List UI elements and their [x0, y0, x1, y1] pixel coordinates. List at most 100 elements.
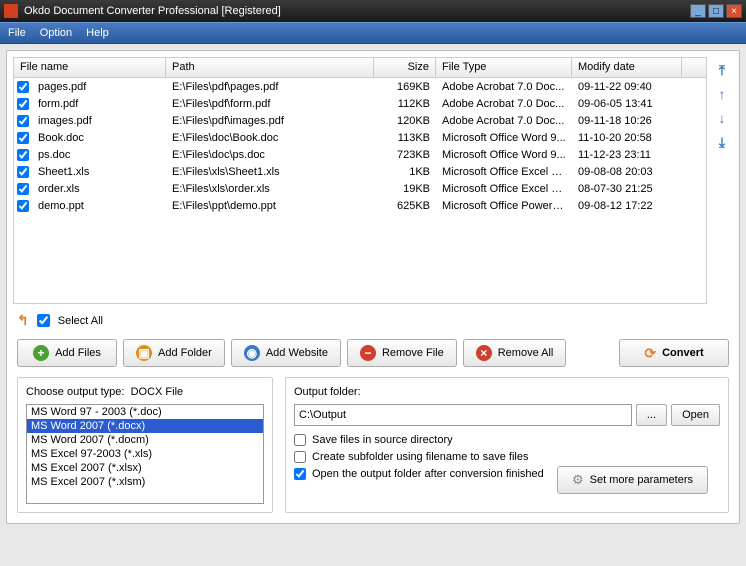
row-checkbox[interactable] — [17, 200, 29, 212]
col-filename[interactable]: File name — [14, 58, 166, 77]
globe-icon: ◉ — [244, 345, 260, 361]
output-type-panel: Choose output type: DOCX File MS Word 97… — [17, 377, 273, 513]
remove-file-label: Remove File — [382, 347, 444, 359]
cell-date: 11-10-20 20:58 — [572, 131, 682, 145]
cell-date: 11-12-23 23:11 — [572, 148, 682, 162]
row-checkbox[interactable] — [17, 132, 29, 144]
titlebar: Okdo Document Converter Professional [Re… — [0, 0, 746, 22]
add-website-label: Add Website — [266, 347, 328, 359]
cell-filename: ps.doc — [32, 148, 166, 162]
move-bottom-button[interactable]: ⤓ — [713, 133, 731, 151]
open-folder-button[interactable]: Open — [671, 404, 720, 426]
output-type-item[interactable]: MS Excel 2007 (*.xlsx) — [27, 461, 263, 475]
output-type-item[interactable]: MS Excel 97-2003 (*.xls) — [27, 447, 263, 461]
add-files-label: Add Files — [55, 347, 101, 359]
add-folder-button[interactable]: ▣ Add Folder — [123, 339, 225, 367]
cell-size: 723KB — [374, 148, 436, 162]
select-all-checkbox[interactable] — [37, 314, 50, 327]
cell-size: 169KB — [374, 80, 436, 94]
cell-filename: demo.ppt — [32, 199, 166, 213]
cell-type: Microsoft Office Word 9... — [436, 148, 572, 162]
move-up-button[interactable]: ↑ — [713, 85, 731, 103]
table-row[interactable]: order.xlsE:\Files\xls\order.xls19KBMicro… — [14, 180, 706, 197]
file-list: File name Path Size File Type Modify dat… — [13, 57, 707, 304]
move-down-button[interactable]: ↓ — [713, 109, 731, 127]
row-checkbox[interactable] — [17, 98, 29, 110]
cell-filename: images.pdf — [32, 114, 166, 128]
window-title: Okdo Document Converter Professional [Re… — [24, 5, 690, 17]
cell-type: Microsoft Office PowerP... — [436, 199, 572, 213]
output-type-item[interactable]: MS Word 97 - 2003 (*.doc) — [27, 405, 263, 419]
cell-size: 1KB — [374, 165, 436, 179]
cell-size: 112KB — [374, 97, 436, 111]
menubar: File Option Help — [0, 22, 746, 44]
row-checkbox[interactable] — [17, 166, 29, 178]
choose-output-label: Choose output type: — [26, 386, 124, 398]
menu-help[interactable]: Help — [86, 27, 109, 39]
row-checkbox[interactable] — [17, 149, 29, 161]
cell-path: E:\Files\doc\Book.doc — [166, 131, 374, 145]
cell-size: 113KB — [374, 131, 436, 145]
output-type-item[interactable]: MS Excel 2007 (*.xlsm) — [27, 475, 263, 489]
add-website-button[interactable]: ◉ Add Website — [231, 339, 341, 367]
table-row[interactable]: images.pdfE:\Files\pdf\images.pdf120KBAd… — [14, 112, 706, 129]
cell-date: 09-08-08 20:03 — [572, 165, 682, 179]
cell-path: E:\Files\doc\ps.doc — [166, 148, 374, 162]
table-row[interactable]: ps.docE:\Files\doc\ps.doc723KBMicrosoft … — [14, 146, 706, 163]
table-row[interactable]: demo.pptE:\Files\ppt\demo.ppt625KBMicros… — [14, 197, 706, 214]
cell-type: Microsoft Office Word 9... — [436, 131, 572, 145]
open-after-checkbox[interactable] — [294, 468, 306, 480]
minus-icon: − — [360, 345, 376, 361]
col-path[interactable]: Path — [166, 58, 374, 77]
save-source-label: Save files in source directory — [312, 434, 453, 446]
table-row[interactable]: pages.pdfE:\Files\pdf\pages.pdf169KBAdob… — [14, 78, 706, 95]
cell-type: Adobe Acrobat 7.0 Doc... — [436, 97, 572, 111]
row-checkbox[interactable] — [17, 183, 29, 195]
col-size[interactable]: Size — [374, 58, 436, 77]
table-row[interactable]: Sheet1.xlsE:\Files\xls\Sheet1.xls1KBMicr… — [14, 163, 706, 180]
save-source-checkbox[interactable] — [294, 434, 306, 446]
add-files-button[interactable]: + Add Files — [17, 339, 117, 367]
app-icon — [4, 4, 18, 18]
create-subfolder-checkbox[interactable] — [294, 451, 306, 463]
set-more-parameters-label: Set more parameters — [590, 474, 693, 486]
select-all-label: Select All — [58, 315, 103, 327]
remove-file-button[interactable]: − Remove File — [347, 339, 457, 367]
col-filetype[interactable]: File Type — [436, 58, 572, 77]
row-checkbox[interactable] — [17, 115, 29, 127]
up-level-icon[interactable]: ↰ — [17, 312, 29, 329]
row-checkbox[interactable] — [17, 81, 29, 93]
move-top-button[interactable]: ⤒ — [713, 61, 731, 79]
output-type-item[interactable]: MS Word 2007 (*.docx) — [27, 419, 263, 433]
output-folder-input[interactable] — [294, 404, 632, 426]
cell-filename: pages.pdf — [32, 80, 166, 94]
browse-button[interactable]: ... — [636, 404, 667, 426]
table-row[interactable]: Book.docE:\Files\doc\Book.doc113KBMicros… — [14, 129, 706, 146]
cell-date: 09-06-05 13:41 — [572, 97, 682, 111]
cell-path: E:\Files\pdf\form.pdf — [166, 97, 374, 111]
col-modifydate[interactable]: Modify date — [572, 58, 682, 77]
menu-file[interactable]: File — [8, 27, 26, 39]
plus-icon: + — [33, 345, 49, 361]
output-folder-label: Output folder: — [294, 386, 720, 398]
cell-path: E:\Files\pdf\pages.pdf — [166, 80, 374, 94]
remove-all-button[interactable]: × Remove All — [463, 339, 567, 367]
cell-date: 09-11-22 09:40 — [572, 80, 682, 94]
cell-filename: order.xls — [32, 182, 166, 196]
cell-filename: Book.doc — [32, 131, 166, 145]
folder-icon: ▣ — [136, 345, 152, 361]
cell-path: E:\Files\ppt\demo.ppt — [166, 199, 374, 213]
output-type-item[interactable]: MS Word 2007 (*.docm) — [27, 433, 263, 447]
close-button[interactable]: × — [726, 4, 742, 18]
cell-size: 19KB — [374, 182, 436, 196]
file-list-header: File name Path Size File Type Modify dat… — [14, 58, 706, 78]
output-type-list[interactable]: MS Word 97 - 2003 (*.doc)MS Word 2007 (*… — [26, 404, 264, 504]
set-more-parameters-button[interactable]: ⚙ Set more parameters — [557, 466, 708, 494]
add-folder-label: Add Folder — [158, 347, 212, 359]
gear-icon: ⚙ — [572, 472, 584, 488]
table-row[interactable]: form.pdfE:\Files\pdf\form.pdf112KBAdobe … — [14, 95, 706, 112]
menu-option[interactable]: Option — [40, 27, 72, 39]
maximize-button[interactable]: □ — [708, 4, 724, 18]
minimize-button[interactable]: _ — [690, 4, 706, 18]
convert-button[interactable]: ⟳ Convert — [619, 339, 729, 367]
